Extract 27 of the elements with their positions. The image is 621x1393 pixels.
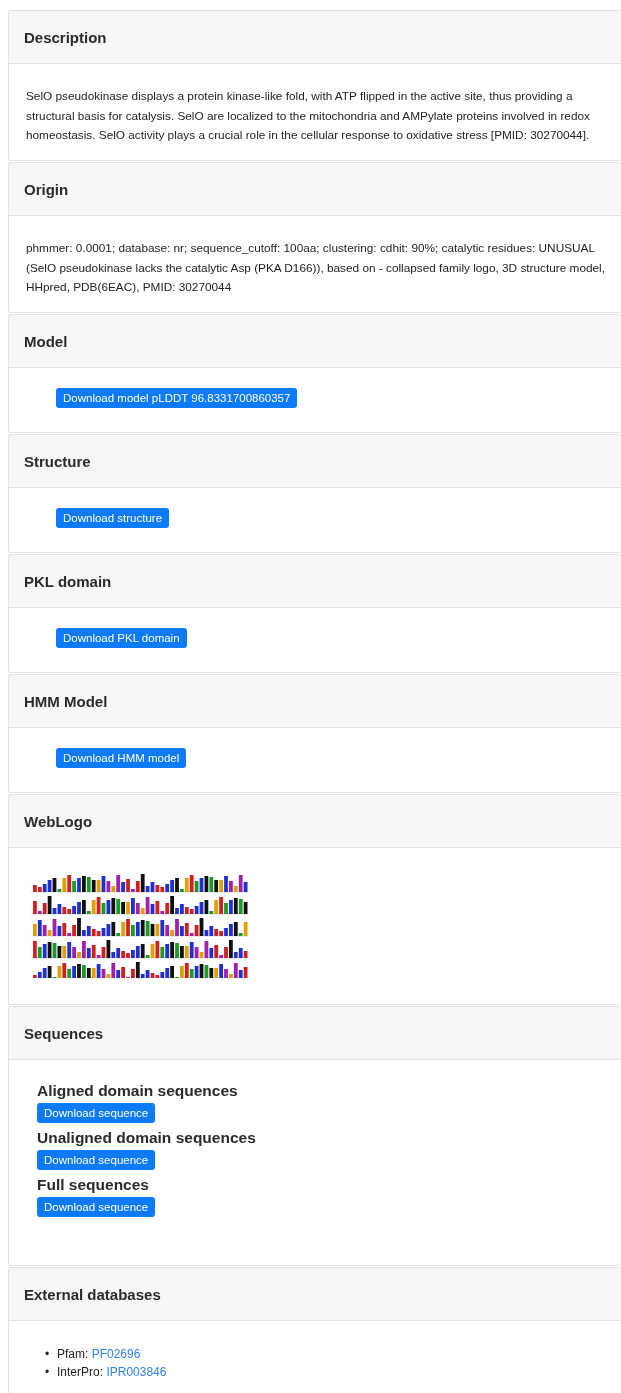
section-title: Origin [24, 180, 69, 198]
download-button[interactable]: Download model pLDDT 96.8331700860357 [56, 388, 298, 408]
link-label: Pfam: [57, 1347, 89, 1361]
section-title: External databases [24, 1285, 161, 1303]
download-button[interactable]: Download sequence [37, 1197, 156, 1217]
section-title: WebLogo [24, 812, 93, 830]
subsection-heading: Unaligned domain sequences [37, 1129, 256, 1147]
section-text: phmmer: 0.0001; database: nr; sequence_cutoff: 100aa; clustering: cdhit: 90%; catalytic residues: UNUSUAL (SelO pseudokinase lacks the catalytic Asp (PKA D166)), based on - collapsed family logo, 3D structure model, HHpred, PDB(6EAC), PMID: 30270044 [26, 240, 606, 296]
database-link[interactable]: IPR003846 [106, 1365, 167, 1379]
download-button[interactable]: Download HMM model [56, 748, 187, 768]
section-title: Model [24, 332, 68, 350]
section-title: HMM Model [24, 692, 108, 710]
section-text: SelO pseudokinase displays a protein kinase-like fold, with ATP flipped in the active site, thus providing a structural basis for catalysis. SelO are localized to the mitochondria and AMPylate proteins involved in redox homeostasis. SelO activity plays a crucial role in the cellular response to oxidative stress [PMID: 30270044]. [26, 88, 591, 144]
subsection-heading: Full sequences [37, 1176, 149, 1194]
section-title: Sequences [24, 1024, 104, 1042]
section-title: Structure [24, 452, 91, 470]
section-title: PKL domain [24, 572, 112, 590]
database-link[interactable]: PF02696 [91, 1347, 141, 1361]
download-button[interactable]: Download sequence [37, 1103, 156, 1123]
section-title: Description [24, 28, 107, 46]
download-button[interactable]: Download structure [56, 508, 170, 528]
link-label: InterPro: [57, 1365, 104, 1379]
bullet-icon: • [45, 1363, 57, 1381]
download-button[interactable]: Download PKL domain [56, 628, 187, 648]
bullet-icon: • [45, 1345, 57, 1363]
subsection-heading: Aligned domain sequences [37, 1082, 238, 1100]
download-button[interactable]: Download sequence [37, 1150, 156, 1170]
